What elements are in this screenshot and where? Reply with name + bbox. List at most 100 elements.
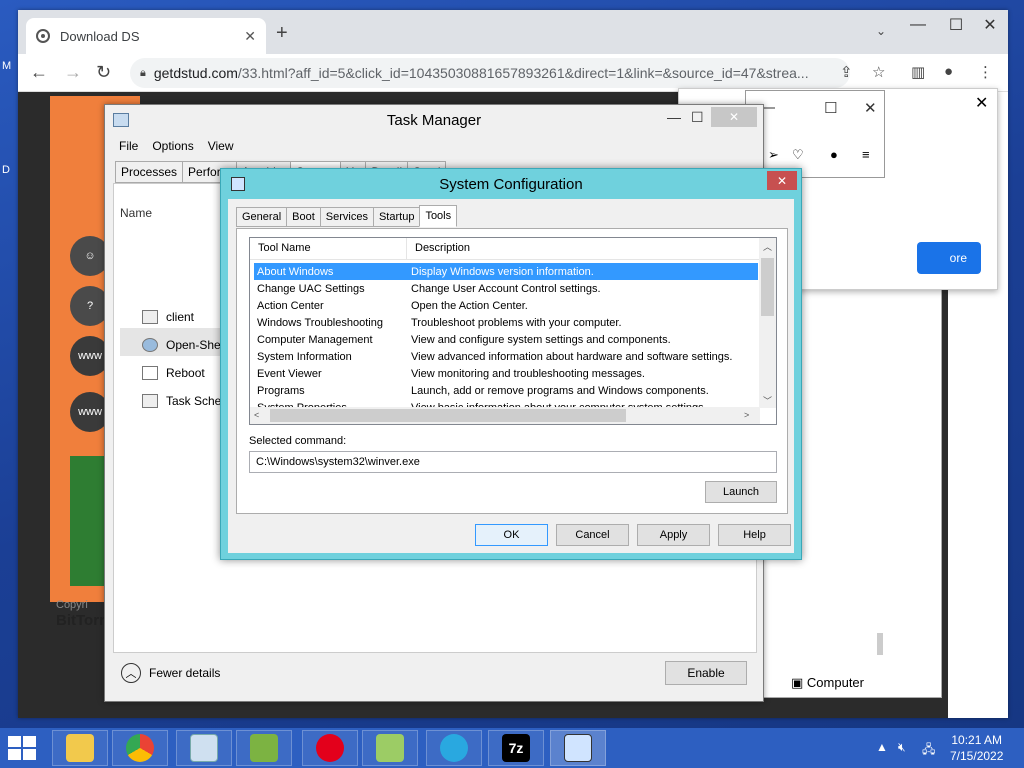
selected-command-field[interactable]: C:\Windows\system32\winver.exe (249, 451, 777, 473)
volume-muted-icon[interactable]: 🔇︎ (898, 740, 906, 755)
tab-general[interactable]: General (236, 207, 288, 227)
heart-icon[interactable]: ♡ (792, 147, 804, 163)
clock[interactable]: 10:21 AM 7/15/2022 (950, 732, 1003, 764)
menu-options[interactable]: Options (152, 139, 193, 153)
tools-list[interactable]: Tool Name Description About Windows Displ… (249, 237, 777, 425)
tab-tools[interactable]: Tools (419, 205, 458, 227)
tab-processes[interactable]: Processes (115, 161, 184, 183)
scroll-right-icon[interactable]: > (744, 410, 749, 420)
minimize-button[interactable]: — (667, 109, 681, 125)
system-configuration-dialog: System Configuration ✕ General Boot Serv… (220, 168, 802, 560)
tool-row[interactable]: Computer Management View and configure sy… (254, 331, 758, 348)
forward-icon[interactable]: → (64, 62, 82, 83)
installer-icon[interactable] (236, 730, 292, 766)
column-name[interactable]: Name (120, 206, 152, 220)
tool-name: Windows Troubleshooting (257, 316, 383, 329)
tool-name: Change UAC Settings (257, 282, 365, 295)
system-config-icon[interactable] (550, 730, 606, 766)
list-item[interactable]: Reboot (142, 366, 205, 380)
bittorrent-text: BitTorr (56, 612, 105, 629)
horizontal-scrollbar[interactable]: < > (250, 407, 760, 424)
close-button[interactable]: ✕ (970, 10, 1010, 40)
file-explorer-icon[interactable] (52, 730, 108, 766)
tool-row[interactable]: Action Center Open the Action Center. (254, 297, 758, 314)
maximize-button[interactable]: ☐ (691, 109, 704, 126)
desktop-label: D (2, 164, 10, 176)
tool-row[interactable]: Change UAC Settings Change User Account C… (254, 280, 758, 297)
cancel-button[interactable]: Cancel (556, 524, 629, 546)
help-button[interactable]: Help (718, 524, 791, 546)
start-button[interactable] (8, 736, 38, 760)
close-button[interactable]: ✕ (711, 107, 757, 127)
tab-close-icon[interactable]: ✕ (244, 28, 256, 45)
apply-button[interactable]: Apply (637, 524, 710, 546)
column-description[interactable]: Description (407, 238, 760, 259)
scrollbar[interactable] (877, 633, 883, 655)
list-item[interactable]: Task Schec (142, 394, 227, 408)
scroll-left-icon[interactable]: < (254, 410, 259, 420)
tool-description: Troubleshoot problems with your computer… (411, 316, 622, 329)
menu-view[interactable]: View (208, 139, 234, 153)
scroll-up-icon[interactable]: ︿ (763, 240, 772, 253)
settings-icon[interactable]: ≡ (862, 147, 870, 162)
close-button[interactable]: ✕ (767, 171, 797, 190)
reload-icon[interactable]: ↻ (96, 62, 111, 83)
tool-name: System Information (257, 350, 352, 363)
tool-name: Action Center (257, 299, 324, 312)
side-panel-icon[interactable]: ▥ (911, 63, 925, 81)
user-icon[interactable]: ● (830, 147, 838, 162)
window-title: Task Manager (105, 105, 763, 135)
list-item[interactable]: client (142, 310, 194, 324)
browser-tab[interactable]: Download DS ✕ (26, 18, 266, 54)
ok-button[interactable]: OK (475, 524, 548, 546)
minimize-button[interactable]: — (898, 10, 938, 40)
address-bar[interactable]: 🔒︎ getdstud.com/33.html?aff_id=5&click_i… (130, 58, 850, 88)
launch-button[interactable]: Launch (705, 481, 777, 503)
vertical-scrollbar[interactable]: ︿ ﹀ (759, 238, 776, 408)
back-icon[interactable]: ← (30, 62, 48, 83)
list-item[interactable]: Open-Shel (142, 338, 223, 352)
maximize-icon[interactable]: ☐ (824, 99, 837, 117)
shell-icon (142, 338, 158, 352)
tool-row[interactable]: Event Viewer View monitoring and troubles… (254, 365, 758, 382)
scroll-thumb[interactable] (761, 258, 774, 316)
network-icon[interactable]: 🖧︎ (922, 740, 935, 761)
task-manager-icon[interactable] (176, 730, 232, 766)
show-hidden-icons[interactable]: ▲ (876, 740, 888, 754)
fewer-details-button[interactable]: ︿ Fewer details (121, 663, 220, 683)
tool-row[interactable]: Programs Launch, add or remove programs a… (254, 382, 758, 399)
tool-row[interactable]: System Information View advanced informat… (254, 348, 758, 365)
tab-startup[interactable]: Startup (372, 207, 421, 227)
desktop-label: M (2, 60, 12, 72)
popup-action-button[interactable]: ore (917, 242, 981, 274)
column-tool-name[interactable]: Tool Name (250, 238, 407, 259)
tool-row[interactable]: Windows Troubleshooting Troubleshoot prob… (254, 314, 758, 331)
tab-search-icon[interactable]: ⌄ (876, 24, 886, 38)
app-icon (142, 394, 158, 408)
list-header: Tool Name Description (250, 238, 760, 260)
tab-services[interactable]: Services (319, 207, 374, 227)
profile-icon[interactable]: ● (944, 63, 953, 80)
enable-button[interactable]: Enable (665, 661, 747, 685)
send-icon[interactable]: ➢ (768, 147, 779, 163)
scroll-thumb[interactable] (270, 409, 626, 422)
tool-description: Launch, add or remove programs and Windo… (411, 384, 709, 397)
opera-icon[interactable] (302, 730, 358, 766)
menu-icon[interactable]: ⋮ (978, 63, 993, 81)
7zip-icon[interactable]: 7z (488, 730, 544, 766)
bookmark-star-icon[interactable]: ☆ (872, 63, 885, 81)
popup-close-icon[interactable]: ✕ (975, 93, 988, 113)
share-icon[interactable]: ⇪ (840, 63, 853, 81)
tool-name: Programs (257, 384, 305, 397)
tool-icon[interactable] (362, 730, 418, 766)
tool-row[interactable]: About Windows Display Windows version inf… (254, 263, 758, 280)
chrome-icon[interactable] (112, 730, 168, 766)
internet-explorer-icon[interactable] (426, 730, 482, 766)
close-icon[interactable]: ✕ (864, 99, 877, 117)
new-tab-button[interactable]: + (276, 22, 288, 45)
menu-file[interactable]: File (119, 139, 138, 153)
tab-boot[interactable]: Boot (286, 207, 321, 227)
scroll-down-icon[interactable]: ﹀ (763, 394, 772, 407)
computer-item[interactable]: ▣ Computer (791, 675, 864, 691)
tool-name: About Windows (257, 265, 334, 278)
